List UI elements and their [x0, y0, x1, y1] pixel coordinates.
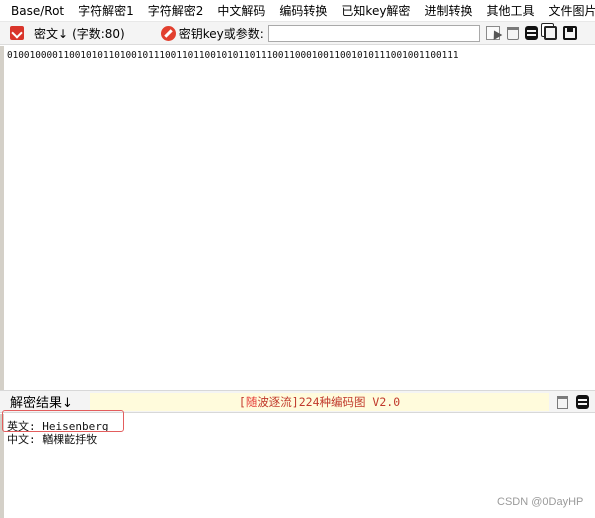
banner-title: 波逐流]224种编码图 V2.0	[257, 395, 401, 409]
app-banner: [随波逐流]224种编码图 V2.0	[90, 393, 549, 411]
stack-icon[interactable]	[524, 26, 538, 40]
menu-char-decrypt-1[interactable]: 字符解密1	[71, 0, 141, 21]
result-trash-icon[interactable]	[557, 396, 568, 409]
result-stack-icon[interactable]	[576, 395, 589, 409]
char-count-label: (字数:80)	[72, 26, 125, 41]
select-cursor-icon[interactable]	[485, 26, 500, 40]
cipher-toolbar: 密文↓ (字数:80) 密钥key或参数:	[0, 22, 595, 45]
menu-base-rot[interactable]: Base/Rot	[0, 0, 71, 21]
menu-other-tools[interactable]: 其他工具	[479, 0, 541, 21]
menu-char-decrypt-2[interactable]: 字符解密2	[141, 0, 211, 21]
watermark: CSDN @0DayHP	[497, 496, 584, 508]
banner-prefix: [	[238, 395, 246, 409]
menu-chinese-decode[interactable]: 中文解码	[210, 0, 272, 21]
cipher-textarea[interactable]: 0100100001100101011010010111001101100101…	[0, 46, 595, 390]
menu-base-convert[interactable]: 进制转换	[417, 0, 479, 21]
menu-file-image[interactable]: 文件图片	[541, 0, 595, 21]
trash-icon[interactable]	[506, 26, 519, 40]
result-chinese: 中文: 輶棵齕抙牧	[7, 433, 98, 446]
menu-known-key-decrypt[interactable]: 已知key解密	[334, 0, 417, 21]
result-label: 解密结果↓	[10, 396, 73, 411]
decode-icon[interactable]	[10, 26, 24, 40]
key-input[interactable]	[267, 24, 480, 42]
menu-encoding-convert[interactable]: 编码转换	[272, 0, 334, 21]
copy-icon[interactable]	[543, 26, 557, 40]
save-icon[interactable]	[562, 26, 577, 40]
banner-highlight: 随	[245, 395, 258, 409]
key-label: 密钥key或参数:	[178, 26, 264, 41]
cipher-text: 0100100001100101011010010111001101100101…	[7, 50, 459, 61]
highlight-annotation	[2, 410, 124, 432]
edit-key-icon[interactable]	[160, 25, 176, 41]
menu-bar: Base/Rot 字符解密1 字符解密2 中文解码 编码转换 已知key解密 进…	[0, 0, 595, 22]
cipher-label: 密文↓	[34, 26, 69, 41]
